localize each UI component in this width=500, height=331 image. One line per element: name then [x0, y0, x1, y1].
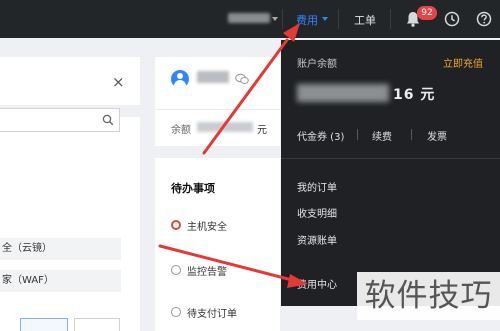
avatar[interactable]	[171, 70, 189, 88]
chevron-down-icon	[272, 17, 278, 21]
todo-item-host-security[interactable]: 主机安全	[171, 218, 281, 233]
todo-item-monitor-alert[interactable]: 监控告警	[171, 263, 281, 278]
menu-item-transactions[interactable]: 收支明细	[297, 205, 337, 220]
account-card: 余额 元	[155, 57, 280, 146]
menu-item-billing-center[interactable]: 费用中心	[297, 276, 337, 291]
radio-icon	[171, 220, 181, 230]
menu-divider	[281, 158, 500, 159]
watermark-text: 软件技巧	[357, 272, 500, 320]
todo-item-pending-order[interactable]: 待支付订单	[171, 305, 281, 320]
product-item-waf[interactable]: 家（WAF）	[0, 270, 121, 292]
fee-dropdown-menu: 账户余额 立即充值 16 元 代金券 (3) 续费 发票 我的订单 收支明细 资…	[281, 40, 500, 306]
nav-divider	[338, 9, 339, 29]
primary-button[interactable]	[20, 318, 68, 331]
link-divider	[411, 129, 412, 140]
account-balance-label: 账户余额	[297, 59, 337, 70]
close-icon[interactable]: ×	[112, 73, 125, 91]
nav-ticket[interactable]: 工单	[354, 12, 376, 28]
chevron-down-icon	[322, 17, 328, 21]
secondary-button[interactable]	[74, 318, 120, 331]
radio-icon	[171, 307, 181, 317]
chat-icon[interactable]	[235, 73, 249, 85]
product-list-panel	[0, 127, 140, 331]
menu-item-my-orders[interactable]: 我的订单	[297, 179, 337, 194]
nav-fee-menu[interactable]: 费用	[296, 12, 318, 28]
search-icon[interactable]	[102, 114, 114, 126]
voucher-link[interactable]: 代金券 (3)	[297, 128, 344, 143]
invoice-link[interactable]: 发票	[427, 128, 447, 143]
todo-card: 待办事项 主机安全 监控告警 待支付订单	[155, 158, 280, 331]
radio-icon	[171, 265, 181, 275]
account-name-blurred	[197, 71, 229, 83]
nav-divider	[282, 9, 283, 29]
card-divider	[155, 109, 280, 110]
todo-item-label: 监控告警	[187, 267, 227, 278]
avatar-body	[174, 80, 186, 88]
renew-link[interactable]: 续费	[372, 128, 392, 143]
username-blurred[interactable]	[228, 13, 270, 23]
notification-badge: 92	[417, 6, 437, 20]
balance-amount-blurred	[297, 84, 389, 102]
todo-title: 待办事项	[171, 182, 215, 195]
todo-item-label: 待支付订单	[187, 309, 237, 320]
top-nav-bar: 费用 工单 92	[0, 0, 500, 38]
balance-amount-tail: 16 元	[393, 87, 436, 103]
avatar-head	[177, 73, 183, 79]
nav-divider	[390, 9, 391, 29]
balance-label: 余额	[171, 125, 191, 136]
link-divider	[357, 129, 358, 140]
balance-value-blurred	[197, 122, 253, 132]
todo-item-label: 主机安全	[187, 222, 227, 233]
product-item-host-security[interactable]: 全（云镜）	[0, 238, 121, 260]
menu-item-resource-bill[interactable]: 资源账单	[297, 232, 337, 247]
recharge-link[interactable]: 立即充值	[443, 55, 483, 70]
help-icon[interactable]	[476, 11, 492, 27]
clock-icon[interactable]	[444, 11, 460, 27]
balance-unit: 元	[257, 125, 267, 136]
